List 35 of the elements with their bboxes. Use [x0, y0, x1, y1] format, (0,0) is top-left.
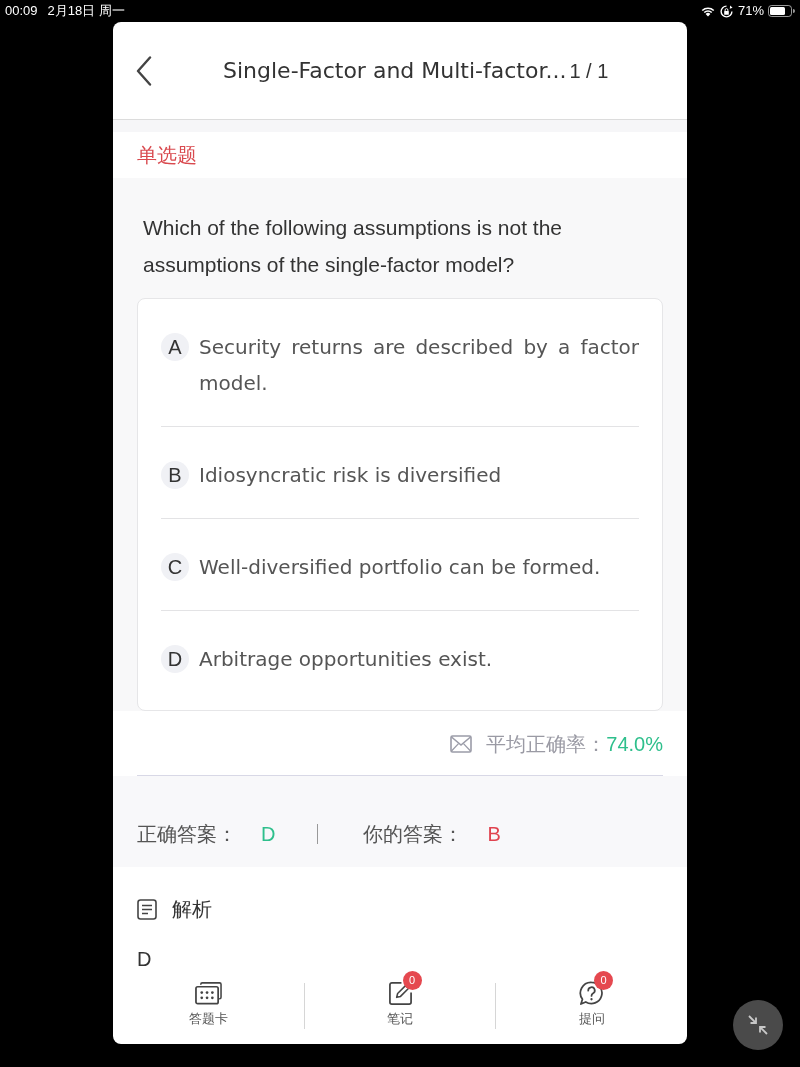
status-date: 2月18日 周一: [47, 2, 125, 21]
count-badge: 0: [402, 971, 422, 990]
wifi-icon: [699, 5, 716, 17]
question-text: Which of the following assumptions is not the assumptions of the single-factor model?: [142, 215, 564, 278]
option-text[interactable]: Arbitrage opportunities exist.: [199, 641, 639, 677]
count-badge: 0: [594, 971, 614, 990]
correct-answer-label: 正确答案：: [137, 821, 237, 847]
status-time: 00:09: [5, 2, 38, 21]
question-type: 单选题: [137, 143, 197, 168]
option-letter: D: [161, 645, 189, 673]
document-icon: [137, 898, 157, 920]
battery-icon: [768, 5, 795, 17]
average-accuracy-value: 74.0%: [606, 732, 663, 757]
option-text[interactable]: Well-diversified portfolio can be formed.: [199, 549, 639, 585]
back-icon[interactable]: [136, 55, 152, 86]
battery-percent: 71%: [737, 2, 764, 21]
analysis-title: 解析: [172, 897, 212, 922]
option-letter: C: [161, 553, 189, 581]
rotation-lock-icon: [719, 4, 733, 18]
option-letter: A: [161, 333, 189, 361]
correct-answer-value: D: [261, 821, 276, 847]
your-answer-label: 你的答案：: [363, 821, 464, 847]
option-text[interactable]: Security returns are described by a factor model.: [199, 329, 639, 401]
stacked-cards-icon: [194, 981, 222, 1006]
your-answer-value: B: [487, 821, 501, 847]
envelope-icon: [450, 735, 473, 753]
option-letter: B: [161, 461, 189, 489]
answer-sheet-button[interactable]: 答题卡: [188, 981, 228, 1027]
average-accuracy-label: 平均正确率：: [486, 732, 607, 757]
shrink-arrows-icon: [747, 1014, 769, 1036]
collapse-button[interactable]: [733, 1000, 783, 1050]
option-text[interactable]: Idiosyncratic risk is diversified: [199, 457, 639, 493]
question-counter: 1 / 1: [569, 59, 609, 84]
analysis-text: D: [137, 947, 153, 972]
page-title: Single-Factor and Multi-factor...: [223, 57, 567, 85]
